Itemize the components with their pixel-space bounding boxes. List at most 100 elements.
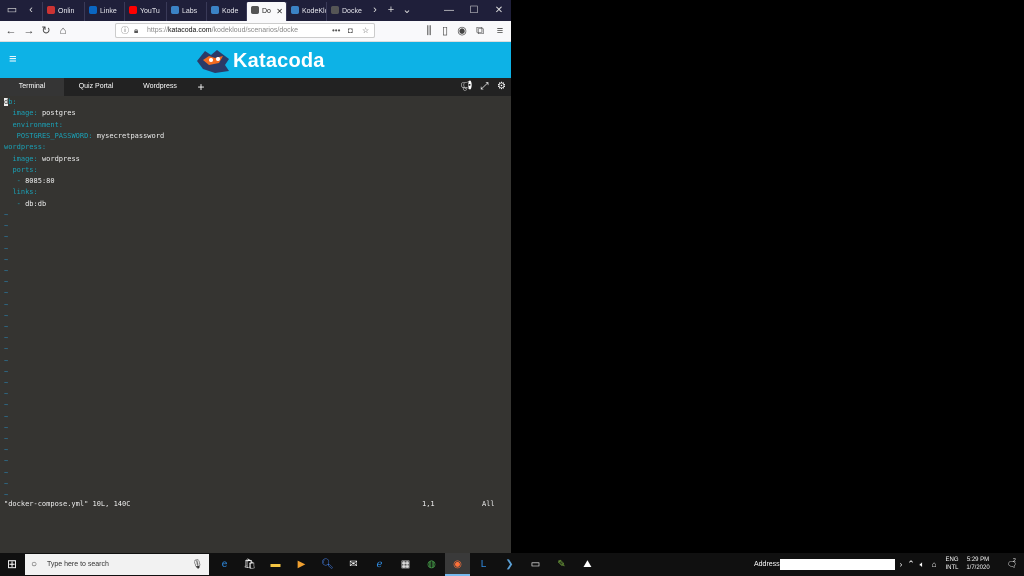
vim-empty-line-tilde: ~ xyxy=(4,468,9,477)
microphone-icon[interactable]: 🎙︎ xyxy=(192,554,203,575)
language-bottom: INTL xyxy=(945,565,959,571)
address-go-icon[interactable]: › xyxy=(896,553,906,576)
chrome-icon[interactable]: ◍ xyxy=(419,553,444,576)
yaml-key: wordpress: xyxy=(4,143,47,152)
tab-wordpress[interactable]: Wordpress xyxy=(128,78,192,96)
page-actions-icon[interactable]: ••• xyxy=(332,24,340,38)
info-icon[interactable]: ⓘ xyxy=(121,24,129,38)
back-icon[interactable]: ← xyxy=(3,23,19,39)
browser-tab[interactable]: YouTu xyxy=(124,2,166,21)
browser-tab[interactable]: Linke xyxy=(84,2,124,21)
show-hidden-icons-icon[interactable]: ⌃ xyxy=(906,553,916,576)
file-explorer-icon[interactable]: ▬ xyxy=(263,553,288,576)
tab-label: KodeKlou xyxy=(302,8,326,15)
browser-tab[interactable]: Docke xyxy=(326,2,366,21)
media-player-icon[interactable]: ▶ xyxy=(289,553,314,576)
volume-icon[interactable]: 🔈︎ xyxy=(917,553,927,576)
yaml-value: 8085:80 xyxy=(20,177,55,186)
photos-icon[interactable]: ⛰ xyxy=(575,553,600,576)
search-app-icon[interactable]: 🔍︎ xyxy=(315,553,340,576)
close-tab-icon[interactable]: ✕ xyxy=(276,2,283,21)
vim-empty-line-tilde: ~ xyxy=(4,278,9,287)
katacoda-logo-icon[interactable] xyxy=(195,47,231,75)
notification-center-icon[interactable]: 🗨︎ 2 xyxy=(1004,553,1020,576)
command-prompt-icon[interactable]: ▭ xyxy=(523,553,548,576)
terminal-line: - db:db xyxy=(4,199,47,210)
menu-icon[interactable]: ≡ xyxy=(492,23,508,39)
sidebar-icon[interactable]: ▯ xyxy=(437,23,453,39)
vim-empty-line-tilde: ~ xyxy=(4,435,9,443)
reload-icon[interactable]: ↻ xyxy=(38,23,54,39)
yaml-key: ports: xyxy=(12,165,38,174)
minimize-icon[interactable]: — xyxy=(437,0,461,21)
terminal-line: - 8085:80 xyxy=(4,176,55,187)
tab-terminal[interactable]: Terminal xyxy=(0,78,64,96)
tab-menu-icon[interactable]: ⌄ xyxy=(398,2,416,19)
yaml-value: db:db xyxy=(20,199,47,208)
library-icon[interactable]: ⫼ xyxy=(421,23,437,39)
vim-empty-line-tilde: ~ xyxy=(4,334,9,343)
scroll-tabs-left-icon[interactable]: ‹ xyxy=(22,2,40,19)
lync-icon[interactable]: L xyxy=(471,553,496,576)
yaml-key: image: xyxy=(12,109,38,118)
yaml-value: wordpress xyxy=(37,154,80,163)
add-tab-button[interactable]: + xyxy=(194,78,208,96)
windows-start-icon[interactable]: ⊞ xyxy=(0,553,24,576)
scenario-toolbar: Terminal Quiz Portal Wordpress + 📢︎ ⤢ ⚙ xyxy=(0,78,511,96)
vim-empty-line-tilde: ~ xyxy=(4,379,9,387)
edge-icon[interactable]: e xyxy=(212,553,237,576)
logo-text[interactable]: Katacoda xyxy=(233,48,325,74)
vim-empty-line-tilde: ~ xyxy=(4,289,9,298)
fullscreen-icon[interactable]: ⤢ xyxy=(478,80,491,94)
lock-icon[interactable]: 🔒︎ xyxy=(134,24,138,38)
mail-icon[interactable]: ✉ xyxy=(341,553,366,576)
terminal-pane[interactable]: db: image: postgres environment: POSTGRE… xyxy=(0,96,511,553)
settings-gear-icon[interactable]: ⚙ xyxy=(495,80,508,94)
calculator-icon[interactable]: ▦ xyxy=(393,553,418,576)
taskbar-search-box[interactable]: ○ Type here to search 🎙︎ xyxy=(25,554,209,575)
tab-list-icon[interactable]: ▭ xyxy=(3,2,21,19)
address-toolbar-input[interactable] xyxy=(780,559,895,570)
terminal-line: ports: xyxy=(4,165,38,176)
store-icon[interactable]: 🛍︎ xyxy=(237,553,262,576)
close-window-icon[interactable]: ✕ xyxy=(487,0,511,21)
yaml-value: postgres xyxy=(37,109,76,118)
firefox-icon[interactable]: ◉ xyxy=(445,553,470,576)
notepad-plus-icon[interactable]: ✎ xyxy=(549,553,574,576)
forward-icon[interactable]: → xyxy=(21,23,37,39)
yaml-key: environment: xyxy=(12,120,64,129)
account-icon[interactable]: ◉ xyxy=(454,23,470,39)
tab-favicon-icon xyxy=(251,6,259,14)
pocket-icon[interactable]: ◘ xyxy=(348,24,353,38)
home-icon[interactable]: ⌂ xyxy=(55,23,71,39)
vim-empty-line-tilde: ~ xyxy=(4,401,9,410)
tab-bar: ▭ ‹ Onlin Linke YouTu Labs Kode Do ✕ KodeKlou Do… xyxy=(0,0,511,21)
bookmark-star-icon[interactable]: ☆ xyxy=(362,24,369,38)
url-text[interactable]: https://katacoda.com/kodekloud/scenarios… xyxy=(147,24,317,38)
language-indicator[interactable]: ENG INTL xyxy=(943,553,961,572)
url-bar[interactable]: ⓘ 🔒︎ https://katacoda.com/kodekloud/scen… xyxy=(115,23,375,38)
tab-favicon-icon xyxy=(47,6,55,14)
terminal-line: wordpress: xyxy=(4,142,46,153)
windows-taskbar: ⊞ ○ Type here to search 🎙︎ e 🛍︎ ▬ ▶ 🔍︎ ✉… xyxy=(0,553,1024,576)
browser-tab[interactable]: KodeKlou xyxy=(286,2,326,21)
browser-tab[interactable]: Labs xyxy=(166,2,206,21)
internet-explorer-icon[interactable]: ℯ xyxy=(367,553,392,576)
hamburger-menu-icon[interactable]: ≡ xyxy=(9,52,20,65)
network-icon[interactable]: ⌂ xyxy=(929,553,939,576)
megaphone-icon[interactable]: 📢︎ xyxy=(460,80,473,94)
browser-tab[interactable]: Kode xyxy=(206,2,246,21)
extension-icon[interactable]: ⧉ xyxy=(472,23,488,39)
browser-tab[interactable]: Onlin xyxy=(42,2,84,21)
navigation-bar: ← → ↻ ⌂ ⓘ 🔒︎ https://katacoda.com/kodekl… xyxy=(0,21,511,42)
yaml-key: POSTGRES_PASSWORD: xyxy=(16,131,93,140)
language-top: ENG xyxy=(945,557,959,563)
terminal-line: environment: xyxy=(4,120,63,131)
clock[interactable]: 5:29 PM 1/7/2020 xyxy=(963,553,993,572)
tab-quiz-portal[interactable]: Quiz Portal xyxy=(64,78,128,96)
maximize-icon[interactable]: ☐ xyxy=(462,0,486,21)
tab-label: Do xyxy=(262,8,271,15)
browser-tab[interactable]: Do ✕ xyxy=(246,2,286,21)
terminal-line: image: postgres xyxy=(4,108,76,119)
powershell-icon[interactable]: ❯ xyxy=(497,553,522,576)
